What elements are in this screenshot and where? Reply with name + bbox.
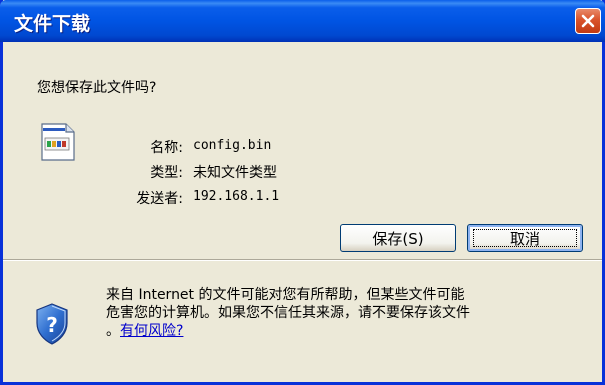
warning-line-1: 来自 Internet 的文件可能对您有所帮助，但某些文件可能	[106, 287, 465, 303]
file-type-value: 未知文件类型	[193, 165, 277, 181]
file-download-dialog: 文件下载 您想保存此文件吗? 名称: config.bin 类型: 未知文件类型…	[0, 0, 605, 385]
window-title: 文件下载	[14, 13, 91, 35]
close-button[interactable]	[575, 8, 601, 34]
file-type-row: 类型: 未知文件类型	[3, 162, 600, 182]
file-name-label: 名称:	[150, 140, 183, 156]
risk-link[interactable]: 有何风险?	[120, 323, 183, 339]
file-name-value: config.bin	[193, 138, 272, 153]
cancel-button-label: 取消	[509, 229, 540, 248]
security-warning: 来自 Internet 的文件可能对您有所帮助，但某些文件可能 危害您的计算机。…	[106, 286, 596, 340]
warning-line-2: 危害您的计算机。如果您不信任其来源，请不要保存该文件	[106, 305, 470, 321]
svg-text:?: ?	[46, 313, 58, 337]
separator	[3, 259, 602, 261]
sender-label: 发送者:	[136, 191, 183, 207]
file-type-label: 类型:	[150, 165, 183, 181]
close-icon	[581, 14, 595, 28]
cancel-button[interactable]: 取消	[467, 224, 583, 252]
title-bar[interactable]: 文件下载	[0, 0, 605, 42]
file-name-row: 名称: config.bin	[3, 137, 600, 157]
warning-line-3-prefix: 。	[106, 323, 120, 339]
sender-value: 192.168.1.1	[193, 189, 280, 204]
sender-row: 发送者: 192.168.1.1	[3, 188, 600, 208]
shield-question-icon: ?	[36, 303, 68, 345]
save-question: 您想保存此文件吗?	[37, 80, 157, 96]
warning-line-3: 。有何风险?	[106, 322, 596, 340]
save-button-label: 保存(S)	[372, 229, 424, 248]
save-button[interactable]: 保存(S)	[340, 224, 456, 252]
